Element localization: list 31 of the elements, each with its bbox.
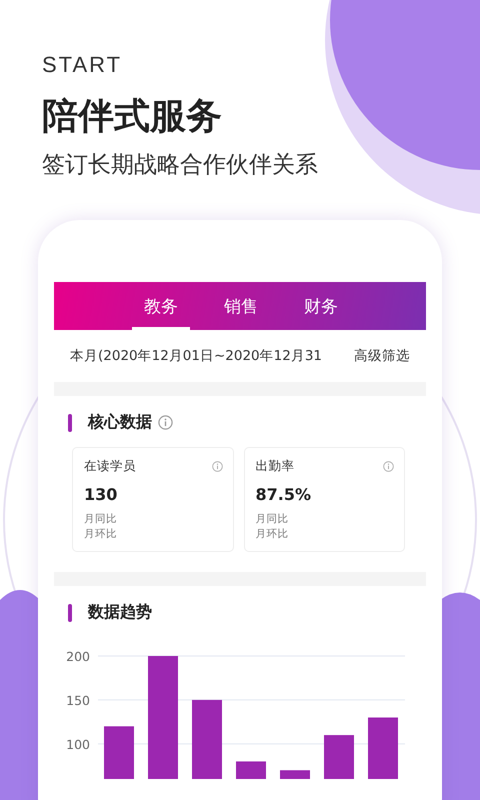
comparison-label: 月同比 [84,512,118,527]
stat-label: 出勤率 [256,458,294,475]
stat-value: 130 [84,485,118,504]
bar [236,761,266,779]
eyebrow-text: START [42,52,124,78]
advanced-filter-link[interactable]: 高级筛选 [354,347,410,365]
stat-label: 在读学员 [84,458,136,475]
section-marker [68,604,72,622]
axis-label: 100 [66,736,90,752]
comparison-label: 月同比 [256,512,290,527]
tab[interactable]: 教务 [132,282,190,330]
tab[interactable]: 财务 [292,282,350,330]
bar [324,735,354,779]
section-title: 数据趋势 [88,602,152,623]
section-title: 核心数据 [88,412,152,433]
stat-value: 87.5% [256,485,312,504]
bar [280,770,310,779]
comparison-label: 月环比 [84,527,118,542]
date-range-text: 本月(2020年12月01日~2020年12月31 [70,347,322,365]
info-icon [158,415,173,430]
comparison-label: 月环比 [256,527,290,542]
info-icon [383,461,394,472]
section-marker [68,414,72,432]
axis-label: 200 [66,649,90,664]
bar [368,718,398,779]
bar [104,726,134,779]
info-icon [212,461,222,472]
axis-label: 150 [66,692,90,708]
tab[interactable]: 销售 [212,282,270,330]
subtitle: 签订长期战略合作伙伴关系 [42,151,319,180]
headline: 陪伴式服务 [42,95,223,139]
